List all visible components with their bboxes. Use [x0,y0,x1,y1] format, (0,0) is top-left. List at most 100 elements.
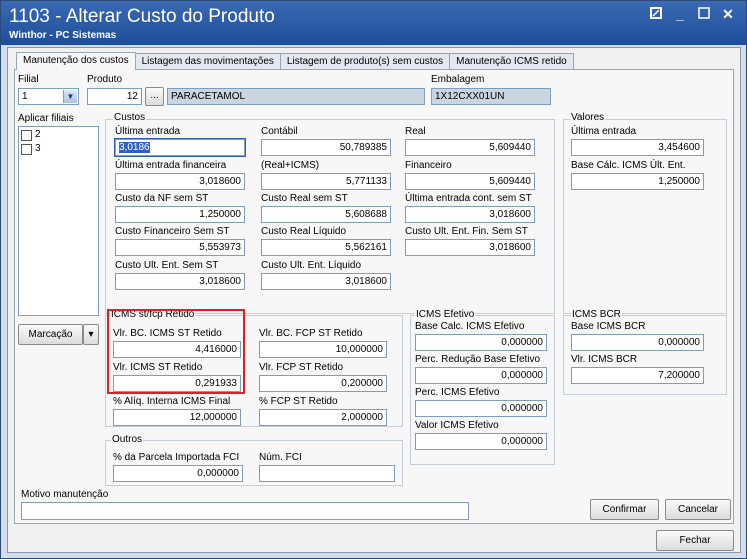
efetivo-base-input[interactable]: 0,000000 [415,334,547,351]
ultima-entrada-value: 3,0186 [119,142,150,153]
real-label: Real [405,126,426,137]
minimize-button[interactable]: _ [672,6,688,22]
num-fci-label: Núm. FCI [259,452,302,463]
fin-sem-st-label: Custo Financeiro Sem ST [115,226,230,237]
financeiro-input[interactable]: 5,609440 [405,173,535,190]
highlight-box [107,309,245,394]
efetivo-perc-input[interactable]: 0,000000 [415,400,547,417]
embalagem-label: Embalagem [431,74,485,85]
efetivo-perc-red-label: Perc. Redução Base Efetivo [415,354,541,365]
aplicar-filiais-label: Aplicar filiais [18,113,74,124]
ult-ent-fin-label: Última entrada financeira [115,160,227,171]
parcela-label: % da Parcela Importada FCI [113,452,240,463]
filial-2-label: 2 [35,129,41,140]
filiais-list[interactable]: 2 3 [18,126,99,316]
valores-ultima-entrada-input[interactable]: 3,454600 [571,139,704,156]
contabil-input[interactable]: 50,789385 [261,139,391,156]
confirmar-button[interactable]: Confirmar [590,499,659,520]
motivo-input[interactable] [21,502,469,520]
ult-cont-sem-st-input[interactable]: 3,018600 [405,206,535,223]
close-button[interactable]: ✕ [720,6,736,22]
real-sem-st-input[interactable]: 5,608688 [261,206,391,223]
ultima-entrada-label: Última entrada [115,126,181,137]
real-sem-st-label: Custo Real sem ST [261,193,348,204]
efetivo-perc-label: Perc. ICMS Efetivo [415,387,500,398]
contabil-label: Contábil [261,126,298,137]
restore-icon[interactable] [648,6,664,22]
real-icms-input[interactable]: 5,771133 [261,173,391,190]
vlr-bc-fcp-label: Vlr. BC. FCP ST Retido [259,328,363,339]
filial-label: Filial [18,74,39,85]
motivo-label: Motivo manutenção [21,489,109,500]
window-subtitle: Winthor - PC Sistemas [9,30,117,41]
nf-sem-st-input[interactable]: 1,250000 [115,206,245,223]
bcr-vlr-input[interactable]: 7,200000 [571,367,704,384]
client-area: Manutenção dos custos Listagem das movim… [7,47,741,553]
num-fci-input[interactable] [259,465,395,482]
ult-fin-sem-st-input[interactable]: 3,018600 [405,239,535,256]
ult-cont-sem-st-label: Última entrada cont. sem ST [405,193,532,204]
bcr-base-input[interactable]: 0,000000 [571,334,704,351]
real-liquido-input[interactable]: 5,562161 [261,239,391,256]
real-icms-label: (Real+ICMS) [261,160,320,171]
tab-strip: Manutenção dos custos Listagem das movim… [16,52,574,70]
efetivo-perc-red-input[interactable]: 0,000000 [415,367,547,384]
vlr-fcp-label: Vlr. FCP ST Retido [259,362,344,373]
fechar-button[interactable]: Fechar [656,530,734,551]
maximize-icon-graphic [698,7,710,19]
fin-sem-st-input[interactable]: 5,553973 [115,239,245,256]
filial-3-checkbox[interactable] [21,144,32,155]
maximize-icon[interactable] [696,6,712,22]
window-title: 1103 - Alterar Custo do Produto [9,6,275,27]
valores-ultima-entrada-label: Última entrada [571,126,637,137]
icms-bcr-title: ICMS BCR [571,309,622,320]
tab-page-custos: Filial 1 ▼ Produto 12 ... PARACETAMOL Em… [14,69,734,524]
produto-name-field: PARACETAMOL [167,88,425,105]
base-calc-label: Base Cálc. ICMS Últ. Ent. [571,160,686,171]
filial-2-checkbox[interactable] [21,130,32,141]
marcacao-button[interactable]: Marcação [18,324,83,345]
icms-efetivo-title: ICMS Efetivo [415,309,476,320]
tab-listagem-movimentacoes[interactable]: Listagem das movimentações [134,53,281,70]
ult-fin-sem-st-label: Custo Ult. Ent. Fin. Sem ST [405,226,528,237]
marcacao-dropdown-button[interactable]: ▾ [83,324,99,345]
ult-ent-sem-st-label: Custo Ult. Ent. Sem ST [115,260,219,271]
ult-ent-liquido-input[interactable]: 3,018600 [261,273,391,290]
ult-ent-sem-st-input[interactable]: 3,018600 [115,273,245,290]
financeiro-label: Financeiro [405,160,452,171]
valores-title: Valores [570,112,606,123]
restore-icon-graphic [650,7,662,19]
parcela-input[interactable]: 0,000000 [113,465,243,482]
tab-listagem-sem-custos[interactable]: Listagem de produto(s) sem custos [279,53,451,70]
aliq-label: % Alíq. Interna ICMS Final [113,396,231,407]
efetivo-valor-label: Valor ICMS Efetivo [415,420,499,431]
title-bar[interactable]: 1103 - Alterar Custo do Produto Winthor … [1,1,746,45]
aliq-input[interactable]: 12,000000 [113,409,241,426]
vlr-fcp-input[interactable]: 0,200000 [259,375,387,392]
bcr-base-label: Base ICMS BCR [571,321,646,332]
efetivo-valor-input[interactable]: 0,000000 [415,433,547,450]
ult-ent-liquido-label: Custo Ult. Ent. Líquido [261,260,362,271]
base-calc-input[interactable]: 1,250000 [571,173,704,190]
custos-title: Custos [113,112,147,123]
ultima-entrada-input[interactable]: 3,0186 [114,138,246,157]
filial-value: 1 [22,91,28,102]
cancelar-button[interactable]: Cancelar [665,499,731,520]
tab-manutencao-custos[interactable]: Manutenção dos custos [16,52,136,70]
real-liquido-label: Custo Real Líquido [261,226,347,237]
nf-sem-st-label: Custo da NF sem ST [115,193,209,204]
efetivo-base-label: Base Calc. ICMS Efetivo [415,321,525,332]
tab-manutencao-icms-retido[interactable]: Manutenção ICMS retido [449,53,574,70]
produto-code-input[interactable]: 12 [87,88,142,105]
vlr-bc-fcp-input[interactable]: 10,000000 [259,341,387,358]
ult-ent-fin-input[interactable]: 3,018600 [115,173,245,190]
produto-lookup-button[interactable]: ... [145,87,164,106]
bcr-vlr-label: Vlr. ICMS BCR [571,354,638,365]
embalagem-field: 1X12CXX01UN [431,88,551,105]
produto-label: Produto [87,74,123,85]
filial-3-label: 3 [35,143,41,154]
chevron-down-icon[interactable]: ▼ [63,90,77,103]
pct-fcp-input[interactable]: 2,000000 [259,409,387,426]
filial-select[interactable]: 1 ▼ [18,88,79,105]
real-input[interactable]: 5,609440 [405,139,535,156]
